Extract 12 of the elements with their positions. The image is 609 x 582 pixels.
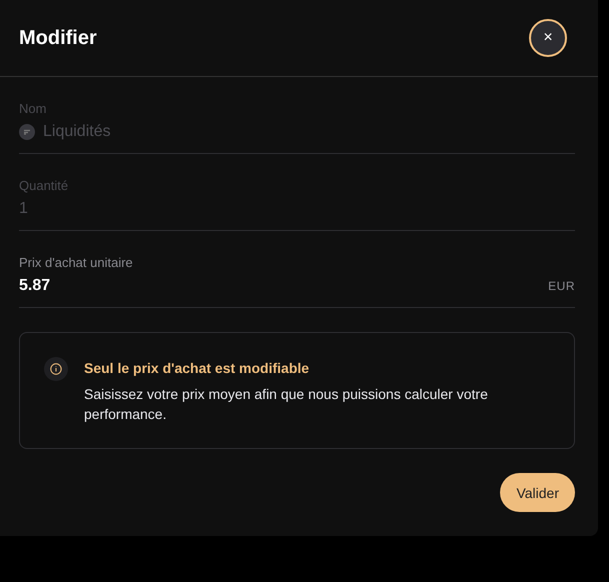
notice-text: Saisissez votre prix moyen afin que nous puissions calculer votre performance. bbox=[84, 385, 489, 424]
field-value[interactable]: 5.87 bbox=[19, 277, 50, 295]
notice-title: Seul le prix d'achat est modifiable bbox=[84, 360, 310, 376]
coin-icon bbox=[19, 124, 35, 140]
info-icon bbox=[44, 357, 68, 381]
field-label: Quantité bbox=[19, 178, 68, 193]
dialog-title: Modifier bbox=[19, 26, 97, 50]
field-label: Prix d'achat unitaire bbox=[19, 255, 133, 270]
close-button[interactable]: × bbox=[529, 19, 567, 57]
field-label: Nom bbox=[19, 101, 46, 116]
validate-button[interactable]: Valider bbox=[500, 473, 575, 512]
currency-label: EUR bbox=[548, 279, 575, 293]
